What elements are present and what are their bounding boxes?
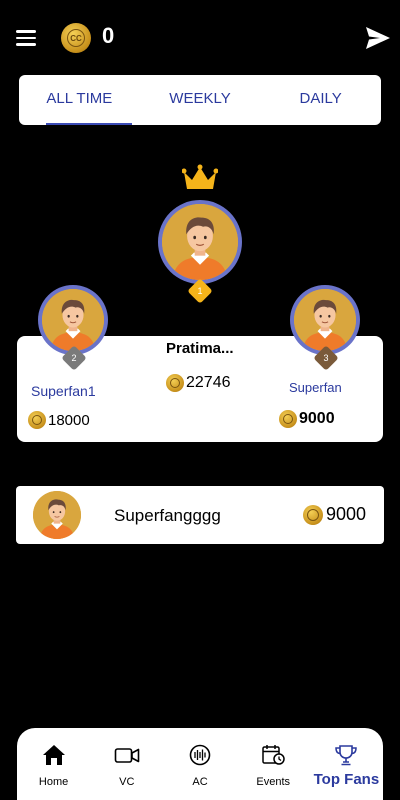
rank-number-3: 3 xyxy=(323,353,329,363)
trophy-icon xyxy=(335,745,358,766)
coin-icon xyxy=(302,504,323,525)
podium-name-1[interactable]: Pratima... xyxy=(166,340,234,357)
tab-daily[interactable]: DAILY xyxy=(260,75,381,125)
crown-icon xyxy=(182,164,218,189)
podium-name-2[interactable]: Superfan1 xyxy=(31,383,96,399)
list-item-score: 9000 xyxy=(302,504,366,525)
coin-icon xyxy=(279,410,297,428)
coin-icon: CC xyxy=(61,23,91,53)
nav-label-ac: AC xyxy=(192,776,208,788)
leaderboard-tabs: ALL TIME WEEKLY DAILY xyxy=(19,75,381,125)
bottom-nav: Home VC AC Events Top Fans xyxy=(17,728,383,800)
avatar xyxy=(33,491,81,539)
tab-weekly[interactable]: WEEKLY xyxy=(140,75,261,125)
hamburger-icon[interactable] xyxy=(16,30,36,46)
podium-score-2: 18000 xyxy=(28,411,90,429)
video-camera-icon xyxy=(114,748,140,763)
nav-top-fans[interactable]: Top Fans xyxy=(310,728,383,800)
nav-label-home: Home xyxy=(38,776,69,788)
nav-label-top-fans: Top Fans xyxy=(313,771,380,788)
avatar-image xyxy=(42,289,104,351)
avatar-image xyxy=(33,491,81,539)
rank-badge-3: 3 xyxy=(313,345,339,371)
avatar-rank-3[interactable] xyxy=(290,285,360,355)
rank-badge-2: 2 xyxy=(61,345,87,371)
rank-badge-1: 1 xyxy=(187,278,213,304)
coin-label: CC xyxy=(67,29,85,47)
rank-number-2: 2 xyxy=(71,353,77,363)
avatar-image xyxy=(294,289,356,351)
top-bar: CC 0 xyxy=(0,0,400,75)
coin-icon xyxy=(28,411,46,429)
nav-label-vc: VC xyxy=(119,776,135,788)
list-item-name: Superfangggg xyxy=(114,506,221,525)
audio-call-icon xyxy=(189,744,211,766)
nav-vc[interactable]: VC xyxy=(90,728,163,800)
rank-number-1: 1 xyxy=(197,286,203,296)
avatar-rank-2[interactable] xyxy=(38,285,108,355)
podium-score-3: 9000 xyxy=(279,410,335,428)
send-icon[interactable] xyxy=(365,26,391,50)
nav-events[interactable]: Events xyxy=(237,728,310,800)
coin-count: 0 xyxy=(102,23,115,48)
avatar-image xyxy=(162,204,238,280)
nav-ac[interactable]: AC xyxy=(163,728,236,800)
podium-name-3[interactable]: Superfan xyxy=(289,380,342,395)
home-icon xyxy=(42,745,65,765)
nav-label-events: Events xyxy=(256,776,291,788)
tab-all-time[interactable]: ALL TIME xyxy=(19,75,140,125)
avatar-rank-1[interactable] xyxy=(158,200,242,284)
podium-score-1: 22746 xyxy=(166,374,231,392)
coin-icon xyxy=(166,374,184,392)
list-item[interactable]: Superfangggg 9000 xyxy=(16,486,384,544)
nav-home[interactable]: Home xyxy=(17,728,90,800)
calendar-clock-icon xyxy=(262,745,285,765)
